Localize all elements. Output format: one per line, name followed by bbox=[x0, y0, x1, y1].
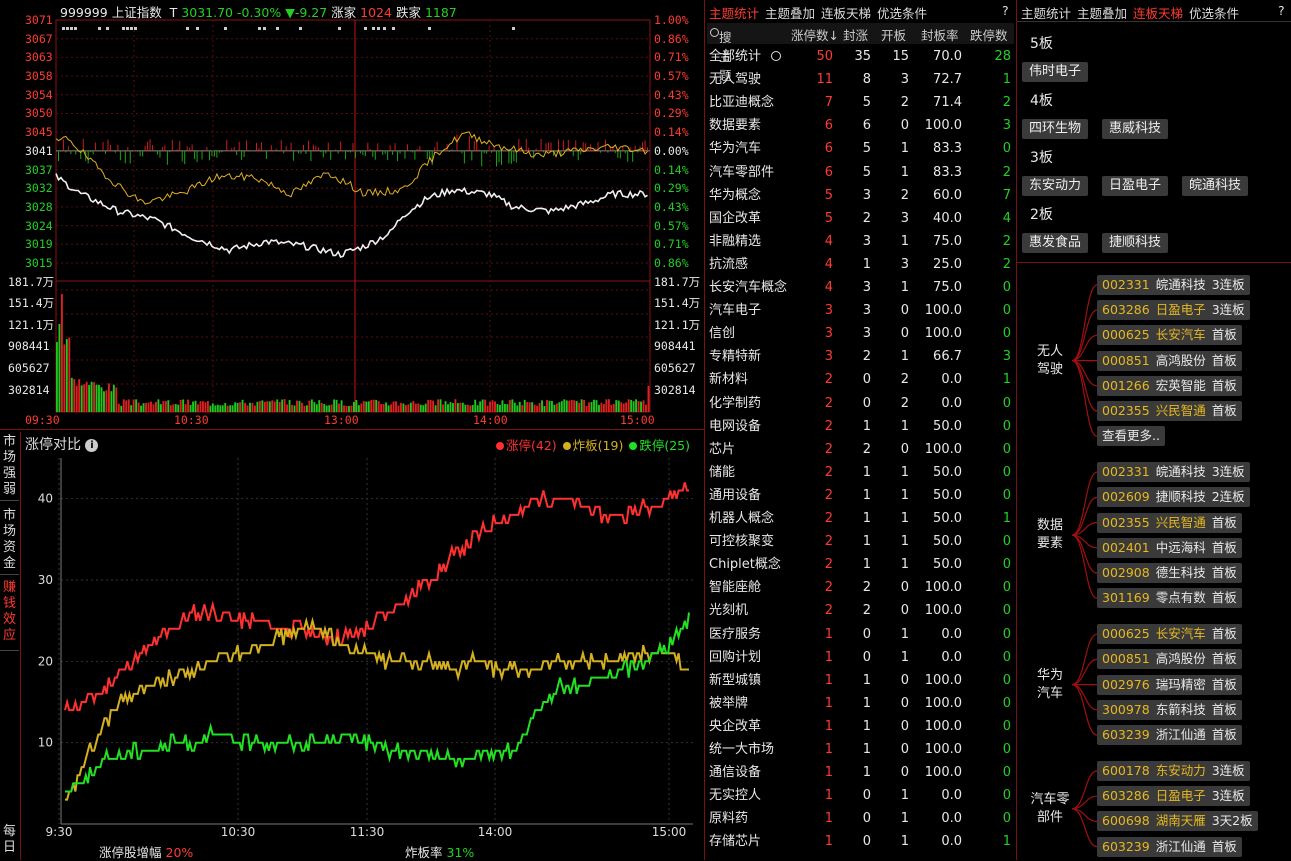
stock-name: 长安汽车 bbox=[1155, 327, 1206, 343]
stock-board-tag: 首板 bbox=[1211, 651, 1237, 667]
stock-board-tag: 3连板 bbox=[1211, 302, 1245, 318]
theme-stock[interactable]: 002609 捷顺科技 2连板 bbox=[1097, 487, 1250, 508]
stock-board-tag: 首板 bbox=[1211, 352, 1237, 368]
stock-board-tag: 首板 bbox=[1211, 514, 1237, 530]
stock-code: 000625 bbox=[1102, 327, 1150, 343]
theme-stock[interactable]: 002401 中远海科 首板 bbox=[1097, 537, 1242, 558]
stock-code: 002976 bbox=[1102, 676, 1150, 692]
stock-code: 002331 bbox=[1102, 464, 1150, 480]
stock-code: 002908 bbox=[1102, 565, 1150, 580]
stock-code: 301169 bbox=[1102, 590, 1150, 606]
theme-stock[interactable]: 001266 宏英智能 首板 bbox=[1097, 375, 1242, 396]
stock-board-tag: 首板 bbox=[1211, 539, 1237, 555]
stock-board-tag: 3连板 bbox=[1211, 464, 1245, 480]
theme-stock[interactable]: 002976 瑞玛精密 首板 bbox=[1097, 674, 1242, 695]
stock-name: 兴民智通 bbox=[1155, 403, 1206, 418]
theme-stock[interactable]: 002355 兴民智通 首板 bbox=[1097, 512, 1242, 533]
stock-code: 001266 bbox=[1102, 377, 1150, 393]
stock-board-tag: 首板 bbox=[1211, 626, 1237, 642]
stock-name: 捷顺科技 bbox=[1155, 489, 1206, 505]
stock-name: 东安动力 bbox=[1155, 763, 1206, 778]
tree-branch bbox=[1071, 684, 1098, 736]
stock-code: 603286 bbox=[1102, 788, 1150, 804]
stock-name: 零点有数 bbox=[1155, 590, 1206, 606]
stock-code: 002609 bbox=[1102, 489, 1150, 505]
tree-branch bbox=[1071, 471, 1098, 536]
stock-code: 000851 bbox=[1102, 352, 1150, 368]
stock-name: 宏英智能 bbox=[1155, 377, 1206, 393]
stock-name: 兴民智通 bbox=[1155, 514, 1206, 530]
stock-name: 高鸿股份 bbox=[1155, 352, 1206, 368]
theme-stock[interactable]: 600178 东安动力 3连板 bbox=[1097, 761, 1250, 781]
stock-name: 东箭科技 bbox=[1155, 701, 1206, 717]
stock-board-tag: 2连板 bbox=[1211, 489, 1245, 505]
stock-name: 中远海科 bbox=[1155, 539, 1206, 555]
stock-board-tag: 首板 bbox=[1211, 377, 1237, 393]
theme-stock[interactable]: 000625 长安汽车 首板 bbox=[1097, 624, 1242, 645]
theme-stock[interactable]: 002331 皖通科技 3连板 bbox=[1097, 275, 1250, 295]
stock-board-tag: 3连板 bbox=[1211, 277, 1245, 292]
stock-name: 日盈电子 bbox=[1155, 302, 1206, 318]
stock-code: 002355 bbox=[1102, 403, 1150, 418]
stock-name: 瑞玛精密 bbox=[1155, 676, 1206, 692]
stock-board-tag: 首板 bbox=[1211, 676, 1237, 692]
stock-name: 高鸿股份 bbox=[1155, 651, 1206, 667]
stock-name: 浙江仙通 bbox=[1155, 727, 1206, 742]
stock-code: 603239 bbox=[1102, 727, 1150, 742]
stock-code: 600698 bbox=[1102, 813, 1150, 829]
stock-name: 浙江仙通 bbox=[1155, 838, 1206, 854]
theme-stock[interactable]: 603239 浙江仙通 首板 bbox=[1097, 836, 1242, 857]
see-more-button[interactable]: 查看更多.. bbox=[1097, 426, 1165, 447]
theme-stock[interactable]: 603286 日盈电子 3连板 bbox=[1097, 786, 1250, 807]
stock-name: 湖南天雁 bbox=[1155, 813, 1206, 829]
stock-board-tag: 首板 bbox=[1211, 403, 1237, 418]
stock-code: 000625 bbox=[1102, 626, 1150, 642]
theme-stock[interactable]: 600698 湖南天雁 3天2板 bbox=[1097, 811, 1258, 832]
theme-stock[interactable]: 002355 兴民智通 首板 bbox=[1097, 401, 1242, 421]
tree-branch bbox=[1071, 534, 1098, 599]
theme-stock[interactable]: 002908 德生科技 首板 bbox=[1097, 563, 1242, 583]
stock-code: 603239 bbox=[1102, 838, 1150, 854]
stock-code: 000851 bbox=[1102, 651, 1150, 667]
theme-stock[interactable]: 000851 高鸿股份 首板 bbox=[1097, 350, 1242, 371]
theme-stock[interactable]: 000625 长安汽车 首板 bbox=[1097, 325, 1242, 346]
theme-group-name: 数据 要素 bbox=[1036, 518, 1063, 552]
tree-branch bbox=[1071, 633, 1098, 686]
stock-code: 002355 bbox=[1102, 514, 1150, 530]
theme-stock[interactable]: 301169 零点有数 首板 bbox=[1097, 588, 1242, 609]
tree-branch bbox=[1071, 309, 1098, 362]
stock-code: 603286 bbox=[1102, 302, 1150, 318]
stock-name: 德生科技 bbox=[1155, 565, 1206, 580]
stock-board-tag: 3连板 bbox=[1211, 763, 1245, 778]
stock-code: 002331 bbox=[1102, 277, 1150, 292]
stock-code: 002401 bbox=[1102, 539, 1150, 555]
tree-branch bbox=[1071, 360, 1098, 412]
stock-code: 300978 bbox=[1102, 701, 1150, 717]
stock-board-tag: 首板 bbox=[1211, 327, 1237, 343]
stock-board-tag: 首板 bbox=[1211, 565, 1237, 580]
theme-group-name: 汽车零 部件 bbox=[1030, 791, 1070, 825]
stock-name: 皖通科技 bbox=[1155, 464, 1206, 480]
stock-board-tag: 3连板 bbox=[1211, 788, 1245, 804]
stock-code: 600178 bbox=[1102, 763, 1150, 778]
stock-board-tag: 首板 bbox=[1211, 701, 1237, 717]
stock-board-tag: 首板 bbox=[1211, 838, 1237, 854]
stock-name: 长安汽车 bbox=[1155, 626, 1206, 642]
theme-stock[interactable]: 603286 日盈电子 3连板 bbox=[1097, 300, 1250, 321]
stock-board-tag: 首板 bbox=[1211, 727, 1237, 742]
theme-group-name: 无人 驾驶 bbox=[1036, 343, 1063, 377]
theme-stock[interactable]: 603239 浙江仙通 首板 bbox=[1097, 725, 1242, 745]
stock-name: 日盈电子 bbox=[1155, 788, 1206, 804]
theme-stock[interactable]: 000851 高鸿股份 首板 bbox=[1097, 649, 1242, 670]
stock-board-tag: 3天2板 bbox=[1211, 813, 1253, 829]
theme-group-name: 华为 汽车 bbox=[1036, 667, 1063, 701]
theme-stock[interactable]: 300978 东箭科技 首板 bbox=[1097, 699, 1242, 720]
stock-name: 皖通科技 bbox=[1155, 277, 1206, 292]
theme-stock[interactable]: 002331 皖通科技 3连板 bbox=[1097, 462, 1250, 483]
stock-board-tag: 首板 bbox=[1211, 590, 1237, 606]
